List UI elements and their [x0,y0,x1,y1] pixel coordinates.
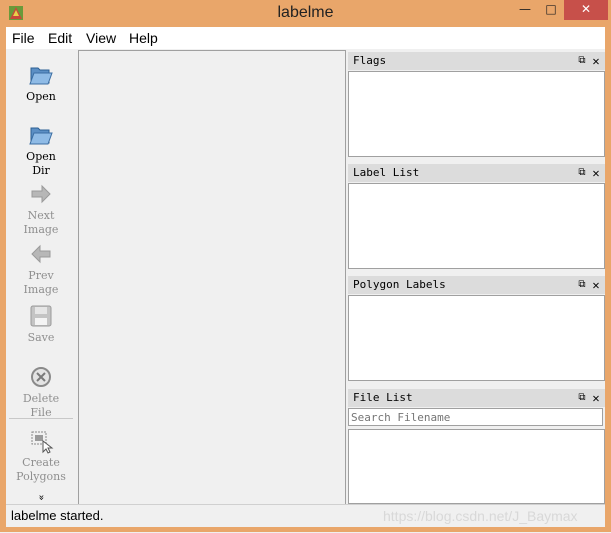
open-button[interactable]: Open [6,62,76,104]
menu-view[interactable]: View [86,27,116,49]
flags-list[interactable] [348,71,605,157]
dock-float-icon[interactable]: ⧉ [576,164,588,182]
title-bar[interactable]: labelme — □ ✕ [0,0,611,27]
polygon-labels-list[interactable] [348,295,605,381]
polygon-labels-dock-title: Polygon Labels [353,278,446,291]
image-canvas[interactable] [78,50,346,505]
watermark-url: https://blog.csdn.net/J_Baymax [383,508,578,524]
save-button[interactable]: Save [6,303,76,345]
file-list-dock-title: File List [353,391,413,404]
file-list[interactable] [348,429,605,504]
arrow-left-icon [31,244,51,264]
polygon-cursor-icon [31,431,54,454]
dock-close-icon[interactable]: ✕ [590,389,602,407]
dock-close-icon[interactable]: ✕ [590,52,602,70]
arrow-right-icon [31,184,51,204]
status-bar: labelme started. https://blog.csdn.net/J… [6,504,605,527]
open-dir-button[interactable]: Open Dir [6,122,76,178]
close-icon[interactable]: ✕ [564,0,608,20]
polygon-labels-dock-title-bar[interactable]: Polygon Labels ⧉ ✕ [348,276,605,294]
status-message: labelme started. [11,508,104,523]
next-image-label-line-2: Image [23,223,59,236]
label-list[interactable] [348,183,605,269]
application-window: labelme — □ ✕ File Edit View Help Open O… [0,0,611,532]
folder-open-icon [29,67,53,85]
dock-close-icon[interactable]: ✕ [590,164,602,182]
delete-file-button[interactable]: Delete File [6,364,76,420]
menu-file[interactable]: File [12,27,35,49]
menu-bar: File Edit View Help [6,27,605,49]
prev-image-button[interactable]: Prev Image [6,241,76,297]
delete-file-label-line-1: Delete [22,392,60,405]
toolbar-separator [9,418,73,419]
tools-toolbar: Open Open Dir Next Image Prev Image Save… [6,50,76,504]
dock-float-icon[interactable]: ⧉ [576,276,588,294]
prev-image-label-line-2: Image [23,283,59,296]
menu-help[interactable]: Help [129,27,158,49]
flags-dock-title: Flags [353,54,387,67]
dock-float-icon[interactable]: ⧉ [576,389,588,407]
next-image-label-line-1: Next [27,209,55,222]
save-label-line-1: Save [27,331,55,344]
label-list-dock-title-bar[interactable]: Label List ⧉ ✕ [348,164,605,182]
next-image-button[interactable]: Next Image [6,181,76,237]
open-dir-label-line-1: Open [26,150,56,163]
prev-image-label-line-1: Prev [28,269,54,282]
main-window-client: File Edit View Help Open Open Dir Next I… [6,27,605,527]
delete-circle-icon [31,367,51,387]
dock-close-icon[interactable]: ✕ [590,276,602,294]
open-dir-label-line-2: Dir [32,164,50,177]
minimize-icon[interactable]: — [512,0,538,20]
dock-float-icon[interactable]: ⧉ [576,52,588,70]
label-list-dock-title: Label List [353,166,420,179]
flags-dock-title-bar[interactable]: Flags ⧉ ✕ [348,52,605,70]
floppy-disk-icon [30,305,52,327]
folder-open-icon [29,127,53,145]
search-filename-input[interactable] [348,408,603,426]
menu-edit[interactable]: Edit [48,27,72,49]
file-list-dock-title-bar[interactable]: File List ⧉ ✕ [348,389,605,407]
maximize-icon[interactable]: □ [538,0,564,20]
open-label-line-1: Open [26,90,56,103]
